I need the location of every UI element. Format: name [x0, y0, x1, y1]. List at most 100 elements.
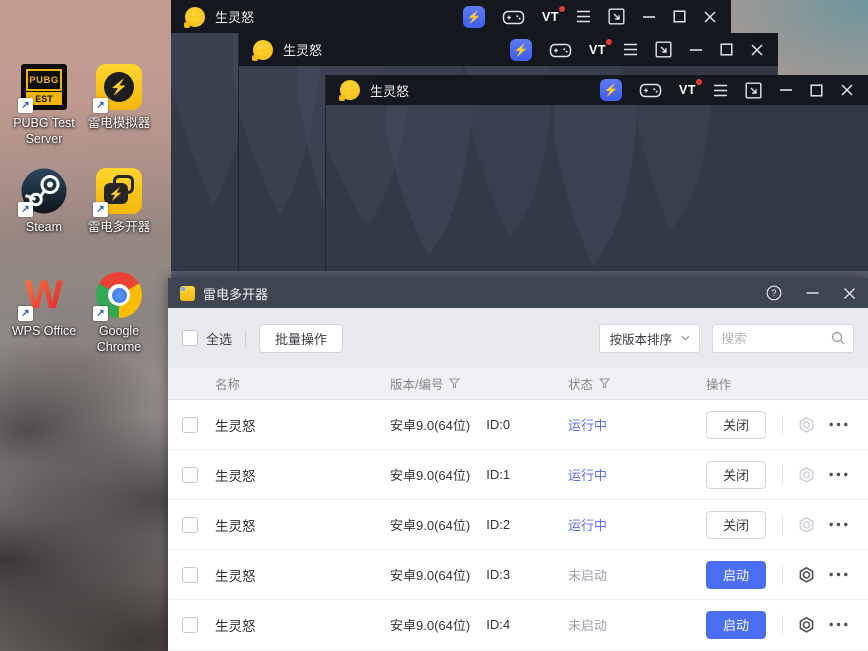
- table-row: 生灵怒 安卓9.0(64位) ID:2 运行中 关闭: [168, 500, 868, 550]
- ld-multiplayer-icon: ⚡ ↗: [93, 168, 142, 217]
- search-box[interactable]: [712, 323, 854, 353]
- header-name: 名称: [215, 378, 241, 392]
- more-options-icon[interactable]: [829, 622, 848, 627]
- small-window-icon[interactable]: [608, 8, 625, 25]
- divider: [245, 329, 247, 347]
- settings-gear-icon[interactable]: [798, 566, 815, 584]
- close-icon[interactable]: [703, 10, 717, 24]
- filter-icon[interactable]: [449, 378, 461, 389]
- close-icon[interactable]: [843, 287, 856, 300]
- maximize-icon[interactable]: [673, 10, 686, 23]
- instance-version: 安卓9.0(64位): [390, 468, 471, 483]
- status-badge: 未启动: [568, 618, 608, 633]
- instance-version: 安卓9.0(64位): [390, 418, 471, 433]
- small-window-icon[interactable]: [655, 41, 672, 58]
- sort-dropdown-value: 按版本排序: [609, 332, 672, 347]
- minimize-icon[interactable]: [642, 15, 656, 19]
- more-options-icon[interactable]: [829, 422, 848, 427]
- settings-gear-icon[interactable]: [798, 616, 815, 634]
- chrome-core: [111, 287, 127, 303]
- window-title: 生灵怒: [215, 10, 255, 25]
- more-options-icon[interactable]: [829, 522, 848, 527]
- shortcut-arrow-icon: ↗: [18, 202, 33, 217]
- status-badge: 未启动: [568, 568, 608, 583]
- settings-gear-icon[interactable]: [798, 466, 815, 484]
- desktop-icon-steam[interactable]: ↗ Steam: [1, 168, 87, 235]
- menu-icon[interactable]: [713, 84, 728, 97]
- vt-red-dot: [696, 79, 702, 85]
- table-row: 生灵怒 安卓9.0(64位) ID:1 运行中 关闭: [168, 450, 868, 500]
- more-options-icon[interactable]: [829, 472, 848, 477]
- menu-icon[interactable]: [623, 43, 638, 56]
- batch-operations-button[interactable]: 批量操作: [259, 323, 344, 353]
- desktop-icon-ld-multiplayer[interactable]: ⚡ ↗ 雷电多开器: [76, 168, 162, 235]
- titlebar[interactable]: ⚡ 生灵怒 ⚡ VT: [239, 33, 778, 66]
- screen: PUBG EST ↗ PUBG Test Server ⚡ ↗ 雷电模拟器 ↗ …: [0, 0, 868, 651]
- icon-label: 雷电多开器: [87, 220, 151, 234]
- ldplayer-logo-icon: ⚡: [184, 6, 205, 28]
- minimize-icon[interactable]: [689, 48, 703, 52]
- row-checkbox[interactable]: [182, 466, 198, 483]
- select-all-label[interactable]: 全选: [206, 329, 232, 348]
- close-icon[interactable]: [750, 43, 764, 57]
- titlebar-controls: ⚡ VT: [510, 38, 764, 61]
- instance-name: 生灵怒: [215, 618, 256, 634]
- gamepad-icon[interactable]: [502, 7, 525, 27]
- desktop-icon-wps-office[interactable]: W ↗ WPS Office: [1, 272, 87, 339]
- titlebar[interactable]: ⚡ 生灵怒 ⚡ VT: [171, 0, 731, 33]
- desktop-icon-google-chrome[interactable]: ↗ Google Chrome: [76, 272, 162, 356]
- window-bottom-edge: [171, 271, 868, 278]
- instance-name: 生灵怒: [215, 518, 256, 534]
- instance-table-body: 生灵怒 安卓9.0(64位) ID:0 运行中 关闭 生灵怒 安卓9.0(64位)…: [168, 400, 868, 651]
- chevron-down-icon: [681, 335, 690, 341]
- action-button[interactable]: 启动: [706, 560, 766, 589]
- boost-icon[interactable]: ⚡: [600, 79, 623, 101]
- maximize-icon[interactable]: [720, 43, 733, 56]
- icon-label: PUBG Test Server: [13, 116, 75, 147]
- row-checkbox[interactable]: [182, 416, 198, 433]
- instance-version: 安卓9.0(64位): [390, 518, 471, 533]
- boost-icon[interactable]: ⚡: [510, 38, 533, 61]
- filter-icon[interactable]: [599, 378, 611, 389]
- desktop-icon-pubg-test-server[interactable]: PUBG EST ↗ PUBG Test Server: [1, 64, 87, 148]
- status-badge: 运行中: [568, 468, 608, 483]
- titlebar[interactable]: ⚡ 生灵怒 ⚡ VT: [326, 75, 868, 105]
- instance-id: ID:3: [486, 567, 511, 582]
- settings-gear-icon[interactable]: [798, 516, 815, 534]
- vt-icon[interactable]: VT: [542, 5, 565, 24]
- row-checkbox[interactable]: [182, 516, 198, 533]
- desktop-icon-ldplayer[interactable]: ⚡ ↗ 雷电模拟器: [76, 64, 162, 131]
- emulator-content: [326, 105, 868, 278]
- action-button[interactable]: 关闭: [706, 410, 766, 439]
- boost-icon[interactable]: ⚡: [463, 5, 486, 28]
- menu-icon[interactable]: [576, 10, 591, 23]
- action-button[interactable]: 启动: [706, 610, 766, 639]
- minimize-icon[interactable]: [779, 88, 793, 92]
- minimize-icon[interactable]: [806, 291, 819, 295]
- ld-multiplayer-logo-icon: ⚡: [180, 285, 195, 301]
- gamepad-icon[interactable]: [639, 80, 662, 100]
- row-checkbox[interactable]: [182, 566, 198, 583]
- vt-icon[interactable]: VT: [679, 79, 702, 97]
- vt-icon[interactable]: VT: [589, 38, 612, 57]
- sort-dropdown[interactable]: 按版本排序: [599, 323, 700, 353]
- close-icon[interactable]: [840, 83, 854, 97]
- steam-icon: ↗: [18, 168, 67, 217]
- help-icon[interactable]: ?: [766, 285, 782, 301]
- row-checkbox[interactable]: [182, 616, 198, 633]
- gamepad-icon[interactable]: [549, 40, 572, 60]
- search-input[interactable]: [721, 330, 831, 346]
- action-button[interactable]: 关闭: [706, 460, 766, 489]
- settings-gear-icon[interactable]: [798, 416, 815, 434]
- more-options-icon[interactable]: [829, 572, 848, 577]
- select-all-checkbox[interactable]: [182, 330, 198, 346]
- shortcut-arrow-icon: ↗: [18, 98, 33, 113]
- small-window-icon[interactable]: [745, 82, 762, 99]
- divider: [782, 464, 783, 485]
- table-row: 生灵怒 安卓9.0(64位) ID:3 未启动 启动: [168, 550, 868, 600]
- ldplayer-logo-icon: ⚡: [339, 80, 360, 101]
- maximize-icon[interactable]: [810, 83, 823, 97]
- titlebar[interactable]: ⚡ 雷电多开器 ?: [168, 278, 868, 308]
- action-button[interactable]: 关闭: [706, 510, 766, 539]
- ldplayer-logo-icon: ⚡: [252, 39, 273, 61]
